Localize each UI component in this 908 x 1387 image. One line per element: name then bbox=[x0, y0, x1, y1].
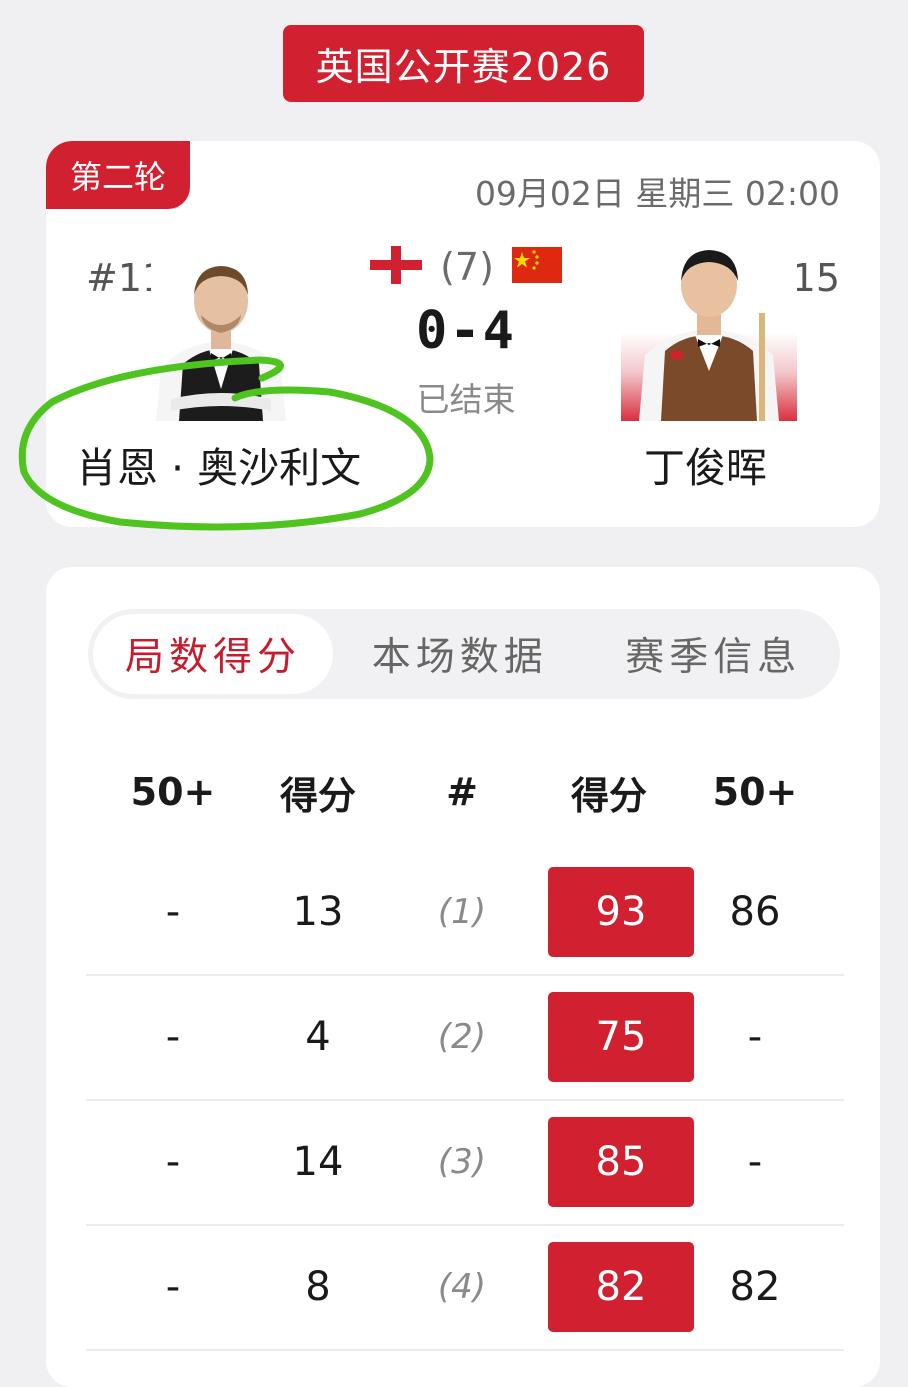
left-50plus: - bbox=[165, 1264, 181, 1310]
header-left-50plus: 50+ bbox=[130, 770, 216, 814]
best-of: (7) bbox=[440, 245, 494, 289]
left-score: 8 bbox=[305, 1264, 331, 1310]
detail-card: 局数得分 本场数据 赛季信息 50+ 得分 # 得分 50+ - 13 (1) … bbox=[46, 567, 880, 1387]
right-player-avatar[interactable] bbox=[621, 243, 797, 421]
right-50plus: - bbox=[747, 1014, 763, 1060]
left-50plus: - bbox=[165, 889, 181, 935]
header-right-50plus: 50+ bbox=[712, 770, 798, 814]
right-50plus: 86 bbox=[729, 889, 781, 935]
tab-frame-scores[interactable]: 局数得分 bbox=[93, 614, 333, 694]
frame-number: (3) bbox=[437, 1142, 487, 1182]
match-status: 已结束 bbox=[416, 380, 516, 419]
left-score: 13 bbox=[292, 889, 344, 935]
frame-number: (4) bbox=[437, 1267, 487, 1307]
table-row: - 14 (3) 85 - bbox=[86, 1100, 844, 1226]
table-row: - 4 (2) 75 - bbox=[86, 975, 844, 1101]
left-player-avatar[interactable] bbox=[151, 249, 291, 421]
left-50plus: - bbox=[165, 1014, 181, 1060]
match-score: 0-4 bbox=[416, 301, 516, 361]
left-score: 14 bbox=[292, 1139, 344, 1185]
frame-number: (1) bbox=[437, 892, 487, 932]
header-left-score: 得分 bbox=[279, 773, 356, 818]
right-50plus: 82 bbox=[729, 1264, 781, 1310]
tab-match-stats[interactable]: 本场数据 bbox=[333, 626, 587, 682]
table-row: - 8 (4) 82 82 bbox=[86, 1225, 844, 1351]
right-score-cell: 75 bbox=[548, 992, 694, 1082]
round-tag: 第二轮 bbox=[46, 141, 190, 209]
match-card[interactable]: 第二轮 09月02日 星期三 02:00 #116 #15 肖恩 · 奥沙利文 … bbox=[46, 141, 880, 527]
left-50plus: - bbox=[165, 1139, 181, 1185]
header-frame: # bbox=[446, 770, 478, 814]
frame-number: (2) bbox=[437, 1017, 487, 1057]
match-datetime: 09月02日 星期三 02:00 bbox=[474, 174, 840, 213]
tab-bar: 局数得分 本场数据 赛季信息 bbox=[88, 609, 840, 699]
right-score-cell: 85 bbox=[548, 1117, 694, 1207]
england-flag-icon bbox=[370, 246, 423, 288]
right-50plus: - bbox=[747, 1139, 763, 1185]
left-player-name[interactable]: 肖恩 · 奥沙利文 bbox=[76, 434, 361, 494]
table-row: - 13 (1) 93 86 bbox=[86, 850, 844, 976]
tab-season-info[interactable]: 赛季信息 bbox=[587, 626, 841, 682]
right-player-name[interactable]: 丁俊晖 bbox=[644, 434, 767, 494]
flags-row: (7) bbox=[361, 241, 571, 293]
left-score: 4 bbox=[305, 1014, 331, 1060]
china-flag-icon bbox=[511, 247, 562, 287]
right-score-cell: 82 bbox=[548, 1242, 694, 1332]
header-right-score: 得分 bbox=[570, 773, 647, 818]
table-header: 50+ 得分 # 得分 50+ bbox=[86, 762, 846, 822]
right-score-cell: 93 bbox=[548, 867, 694, 957]
score-box: (7) 0-4 已结束 bbox=[361, 241, 571, 421]
tournament-title: 英国公开赛2026 bbox=[283, 25, 644, 102]
